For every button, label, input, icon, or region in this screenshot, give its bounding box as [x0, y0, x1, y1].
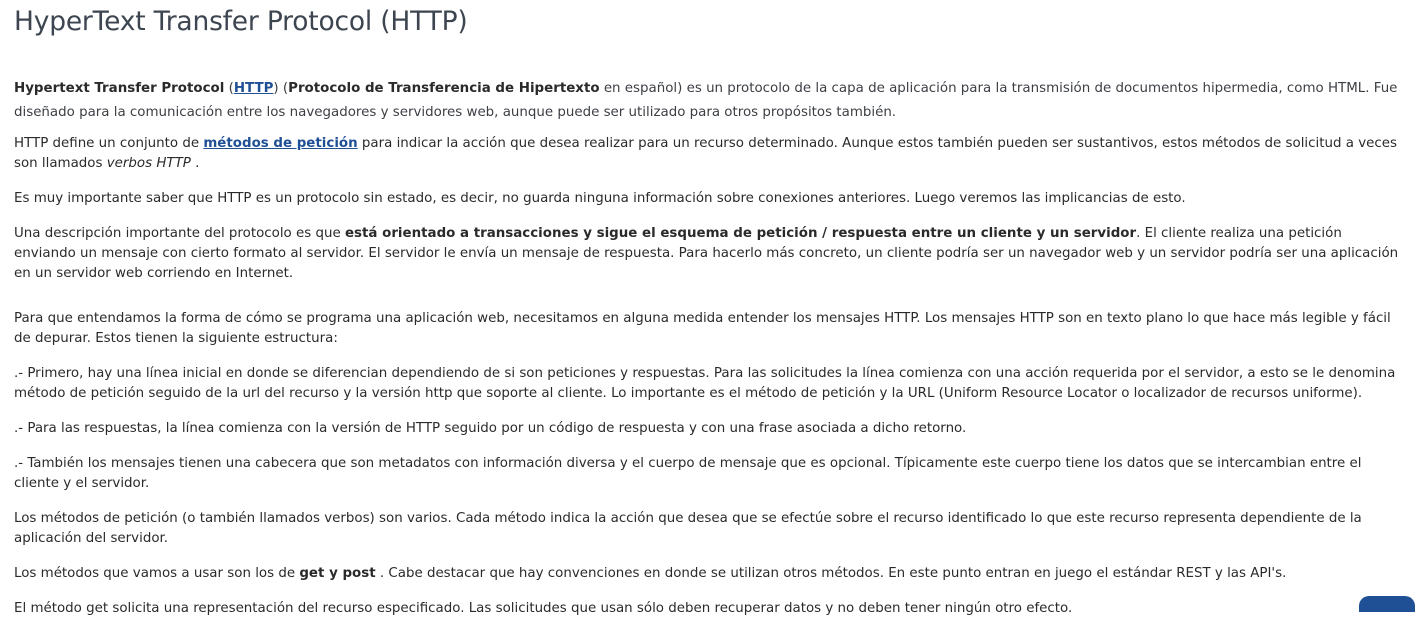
transaction-emphasis: está orientado a transacciones y sigue e…	[344, 226, 1137, 241]
term-http: Hypertext Transfer Protocol	[14, 81, 225, 96]
paragraph-methods: HTTP define un conjunto de métodos de pe…	[14, 134, 1406, 174]
paragraph-verbs: Los métodos de petición (o también llama…	[14, 511, 1362, 546]
paragraph-intro: Hypertext Transfer Protocol (HTTP) (Prot…	[14, 77, 1406, 124]
text: HTTP define un conjunto de	[14, 136, 204, 151]
paragraph-headers: .- También los mensajes tienen una cabec…	[14, 456, 1362, 491]
paragraph-messages: Para que entendamos la forma de cómo se …	[14, 311, 1391, 346]
term-spanish: Protocolo de Transferencia de Hipertexto	[288, 81, 600, 96]
text: Una descripción importante del protocolo…	[14, 226, 345, 241]
request-methods-link[interactable]: métodos de petición	[203, 136, 357, 151]
paragraph-first-line: .- Primero, hay una línea inicial en don…	[14, 366, 1396, 401]
verbs-emphasis: verbos HTTP	[106, 156, 191, 171]
http-link[interactable]: HTTP	[234, 81, 274, 96]
paragraph-get-method: El método get solicita una representació…	[14, 601, 1073, 616]
text: Los métodos que vamos a usar son los de	[14, 566, 300, 581]
scroll-to-top-button[interactable]	[1359, 596, 1415, 612]
paragraph-get-post: Los métodos que vamos a usar son los de …	[14, 564, 1406, 584]
text: (	[224, 81, 234, 96]
get-post-emphasis: get y post	[299, 566, 376, 581]
page-title: HyperText Transfer Protocol (HTTP)	[14, 6, 468, 37]
text: ) (	[273, 81, 289, 96]
paragraph-transactions: Una descripción importante del protocolo…	[14, 224, 1406, 284]
paragraph-stateless: Es muy importante saber que HTTP es un p…	[14, 191, 1186, 206]
paragraph-responses: .- Para las respuestas, la línea comienz…	[14, 421, 967, 436]
text: . Cabe destacar que hay convenciones en …	[375, 566, 1287, 581]
article: HyperText Transfer Protocol (HTTP) Hyper…	[14, 0, 1406, 619]
text: .	[190, 156, 200, 171]
